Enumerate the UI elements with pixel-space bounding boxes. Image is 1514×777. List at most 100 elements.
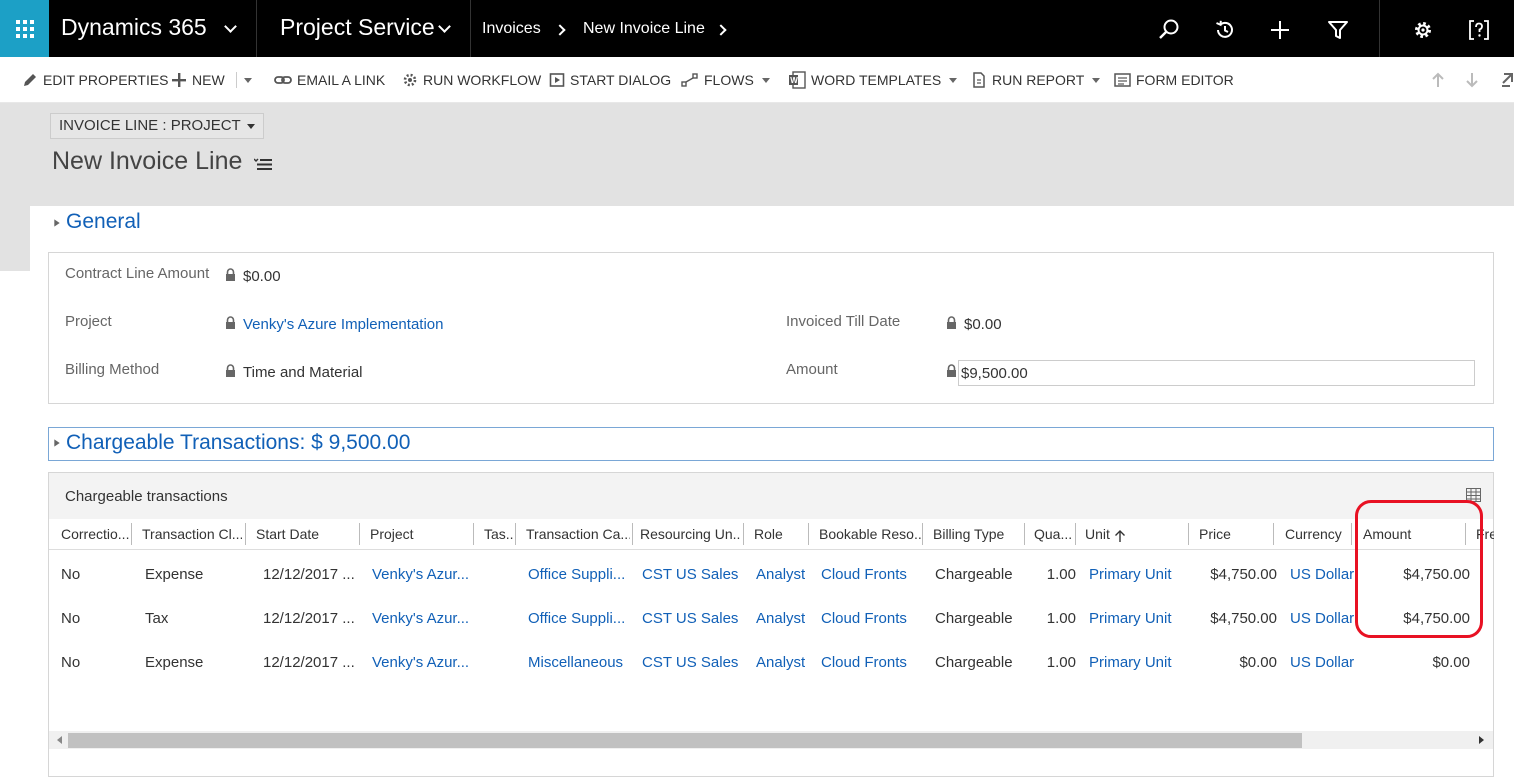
table-cell-unit-link[interactable]: Primary Unit xyxy=(1089,610,1172,627)
word-templates-label: WORD TEMPLATES xyxy=(811,72,942,88)
search-icon[interactable] xyxy=(1157,18,1181,42)
run-workflow-label: RUN WORKFLOW xyxy=(423,72,542,88)
pencil-icon xyxy=(24,74,36,86)
table-cell-quantity: 1.00 xyxy=(1046,610,1076,627)
word-templates-button[interactable]: W WORD TEMPLATES xyxy=(788,71,958,89)
column-header-correction[interactable]: Correctio... xyxy=(61,526,129,542)
plus-icon xyxy=(172,73,186,87)
table-cell-bookable-resource-link[interactable]: Cloud Fronts xyxy=(821,610,907,627)
workflow-gear-icon xyxy=(403,73,417,87)
table-cell-currency-link[interactable]: US Dollar xyxy=(1290,610,1356,627)
chargeable-transactions-section-title[interactable]: Chargeable Transactions: $ 9,500.00 xyxy=(66,431,410,455)
table-cell-billing-type: Chargeable xyxy=(935,566,1013,583)
table-cell-resourcing-unit-link[interactable]: CST US Sales xyxy=(642,610,738,627)
project-lookup-link[interactable]: Venky's Azure Implementation xyxy=(243,316,443,333)
start-dialog-button[interactable]: START DIALOG xyxy=(549,71,671,89)
breadcrumb-current-record[interactable]: New Invoice Line xyxy=(583,20,705,38)
table-cell-transaction-class: Tax xyxy=(145,610,169,627)
amount-field[interactable] xyxy=(958,360,1475,386)
scroll-right-arrow-icon[interactable] xyxy=(1479,736,1484,744)
table-cell-transaction-category-link[interactable]: Office Suppli... xyxy=(528,610,630,627)
lock-icon xyxy=(226,364,235,377)
next-record-arrow-down-icon[interactable] xyxy=(1464,72,1480,88)
advanced-find-filter-icon[interactable] xyxy=(1326,18,1350,42)
column-header-bookable-resource[interactable]: Bookable Reso... xyxy=(819,526,921,542)
scroll-left-arrow-icon[interactable] xyxy=(57,736,62,744)
billing-method-value: Time and Material xyxy=(243,364,363,381)
table-cell-transaction-category-link[interactable]: Office Suppli... xyxy=(528,566,630,583)
previous-record-arrow-up-icon[interactable] xyxy=(1430,72,1446,88)
recent-history-icon[interactable] xyxy=(1213,18,1237,42)
create-new-icon[interactable] xyxy=(1268,18,1292,42)
column-header-transaction-category[interactable]: Transaction Ca... xyxy=(526,526,630,542)
table-cell-transaction-class: Expense xyxy=(145,566,204,583)
form-editor-button[interactable]: FORM EDITOR xyxy=(1114,71,1234,89)
new-dropdown-button[interactable] xyxy=(236,71,252,89)
table-cell-project-link[interactable]: Venky's Azur... xyxy=(372,610,472,627)
table-cell-project-link[interactable]: Venky's Azur... xyxy=(372,566,472,583)
column-header-unit[interactable]: Unit xyxy=(1085,526,1115,542)
table-cell-role-link[interactable]: Analyst xyxy=(756,566,805,583)
table-cell-project-link[interactable]: Venky's Azur... xyxy=(372,654,472,671)
scrollbar-thumb[interactable] xyxy=(68,733,1302,748)
collapse-section-icon[interactable] xyxy=(54,219,60,227)
area-chevron-down-icon[interactable] xyxy=(438,20,451,33)
general-section-title[interactable]: General xyxy=(66,210,141,234)
new-label: NEW xyxy=(192,72,225,88)
column-header-price[interactable]: Price xyxy=(1199,526,1269,542)
column-header-currency[interactable]: Currency xyxy=(1285,526,1350,542)
settings-gear-icon[interactable] xyxy=(1411,18,1435,42)
table-cell-start-date: 12/12/2017 ... xyxy=(263,654,355,671)
column-header-quantity[interactable]: Qua... xyxy=(1034,526,1074,542)
table-cell-transaction-category-link[interactable]: Miscellaneous xyxy=(528,654,630,671)
breadcrumb-chevron-icon xyxy=(554,24,566,36)
new-button[interactable]: NEW xyxy=(171,71,225,89)
table-cell-currency-link[interactable]: US Dollar xyxy=(1290,566,1356,583)
top-navigation-bar: Dynamics 365 Project Service Invoices Ne… xyxy=(0,0,1514,57)
table-cell-role-link[interactable]: Analyst xyxy=(756,654,805,671)
flows-label: FLOWS xyxy=(704,72,754,88)
header-left-strip xyxy=(0,206,30,271)
form-selector-label: INVOICE LINE : PROJECT xyxy=(59,117,241,134)
table-cell-unit-link[interactable]: Primary Unit xyxy=(1089,654,1172,671)
chevron-down-icon xyxy=(1092,77,1101,83)
subgrid-header xyxy=(49,473,1493,519)
table-cell-role-link[interactable]: Analyst xyxy=(756,610,805,627)
pop-out-icon[interactable] xyxy=(1500,72,1514,88)
table-cell-quantity: 1.00 xyxy=(1046,654,1076,671)
column-header-role[interactable]: Role xyxy=(754,526,804,542)
table-cell-quantity: 1.00 xyxy=(1046,566,1076,583)
table-cell-correction: No xyxy=(61,654,81,671)
link-icon xyxy=(274,76,292,84)
column-header-task[interactable]: Tas... xyxy=(484,526,514,542)
column-header-transaction-class[interactable]: Transaction Cl... xyxy=(142,526,242,542)
table-cell-bookable-resource-link[interactable]: Cloud Fronts xyxy=(821,654,907,671)
area-selector[interactable]: Project Service xyxy=(280,14,435,41)
column-header-project[interactable]: Project xyxy=(370,526,470,542)
record-title-menu-icon[interactable] xyxy=(254,157,272,171)
breadcrumb-chevron-icon[interactable] xyxy=(715,24,727,36)
form-selector[interactable]: INVOICE LINE : PROJECT xyxy=(50,113,264,139)
edit-properties-button[interactable]: EDIT PROPERTIES xyxy=(22,71,169,89)
help-icon[interactable] xyxy=(1467,18,1491,42)
brand-name[interactable]: Dynamics 365 xyxy=(61,14,207,41)
collapse-section-icon[interactable] xyxy=(54,439,60,447)
table-cell-amount: $0.00 xyxy=(1432,654,1470,671)
app-launcher-button[interactable] xyxy=(0,0,49,57)
run-report-label: RUN REPORT xyxy=(992,72,1085,88)
email-a-link-button[interactable]: EMAIL A LINK xyxy=(274,71,385,89)
column-header-billing-type[interactable]: Billing Type xyxy=(933,526,1023,542)
column-header-resourcing-unit[interactable]: Resourcing Un... xyxy=(640,526,741,542)
flows-button[interactable]: FLOWS xyxy=(681,71,770,89)
breadcrumb-invoices[interactable]: Invoices xyxy=(482,20,541,38)
lock-icon xyxy=(226,268,235,281)
run-workflow-button[interactable]: RUN WORKFLOW xyxy=(402,71,541,89)
table-cell-currency-link[interactable]: US Dollar xyxy=(1290,654,1356,671)
table-cell-resourcing-unit-link[interactable]: CST US Sales xyxy=(642,654,738,671)
table-cell-resourcing-unit-link[interactable]: CST US Sales xyxy=(642,566,738,583)
table-cell-bookable-resource-link[interactable]: Cloud Fronts xyxy=(821,566,907,583)
run-report-button[interactable]: RUN REPORT xyxy=(971,71,1101,89)
column-header-start-date[interactable]: Start Date xyxy=(256,526,356,542)
brand-chevron-down-icon[interactable] xyxy=(224,20,237,33)
table-cell-unit-link[interactable]: Primary Unit xyxy=(1089,566,1172,583)
